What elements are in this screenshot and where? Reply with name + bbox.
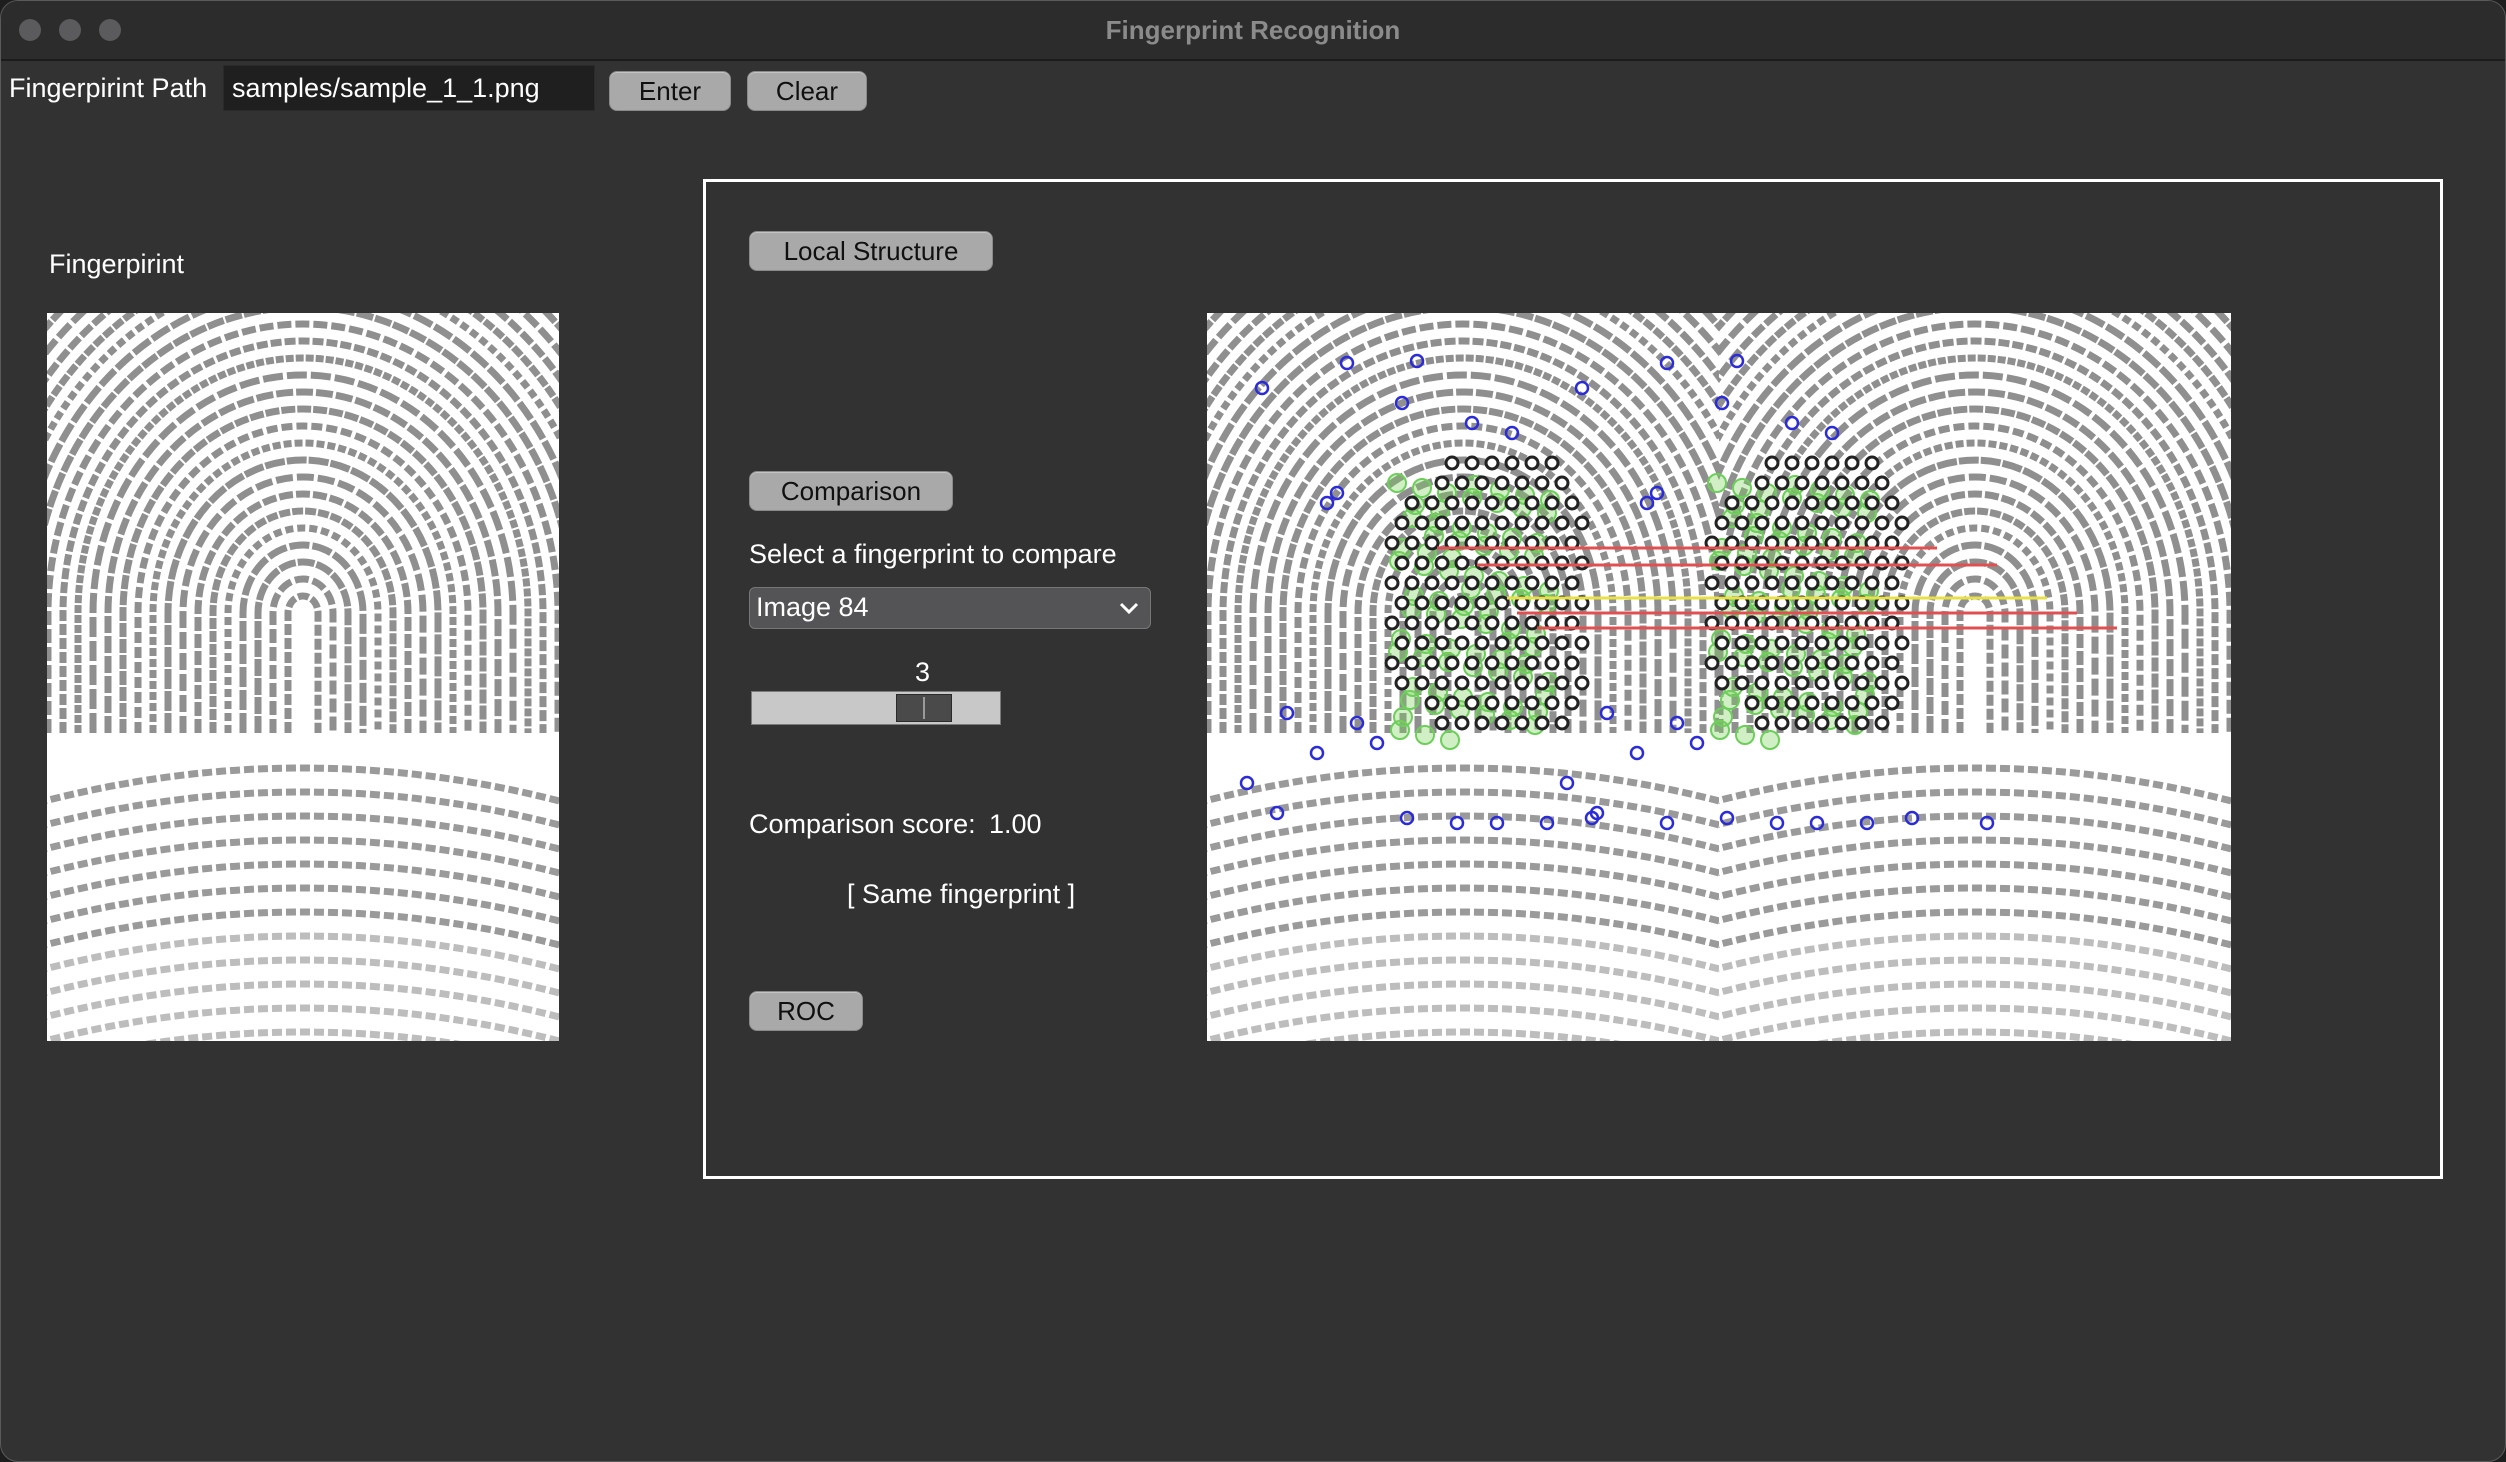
clear-button[interactable]: Clear xyxy=(747,71,867,111)
comparison-button[interactable]: Comparison xyxy=(749,471,953,511)
chevron-down-icon xyxy=(1119,602,1139,615)
roc-button[interactable]: ROC xyxy=(749,991,863,1031)
fingerprint-heading: Fingerpirint xyxy=(49,249,185,279)
select-value: Image 84 xyxy=(756,592,869,622)
title-bar: Fingerprint Recognition xyxy=(1,1,2505,61)
app-window: Fingerprint Recognition Fingerpirint Pat… xyxy=(0,0,2506,1462)
enter-button[interactable]: Enter xyxy=(609,71,731,111)
window-title: Fingerprint Recognition xyxy=(1105,15,1401,45)
path-input[interactable]: samples/sample_1_1.png xyxy=(223,65,595,111)
score-label: Comparison score: xyxy=(749,809,976,839)
path-label: Fingerpirint Path xyxy=(9,73,208,103)
fingerprint-select[interactable]: Image 84 xyxy=(749,587,1151,629)
select-prompt: Select a fingerprint to compare xyxy=(749,539,1117,569)
slider-thumb[interactable] xyxy=(896,694,952,722)
comparison-image xyxy=(1207,313,2231,1041)
slider-value: 3 xyxy=(915,657,931,687)
local-structure-button[interactable]: Local Structure xyxy=(749,231,993,271)
threshold-slider[interactable] xyxy=(751,691,1001,725)
score-value: 1.00 xyxy=(989,809,1042,839)
verdict-text: [ Same fingerprint ] xyxy=(847,879,1076,909)
fingerprint-image xyxy=(47,313,559,1041)
